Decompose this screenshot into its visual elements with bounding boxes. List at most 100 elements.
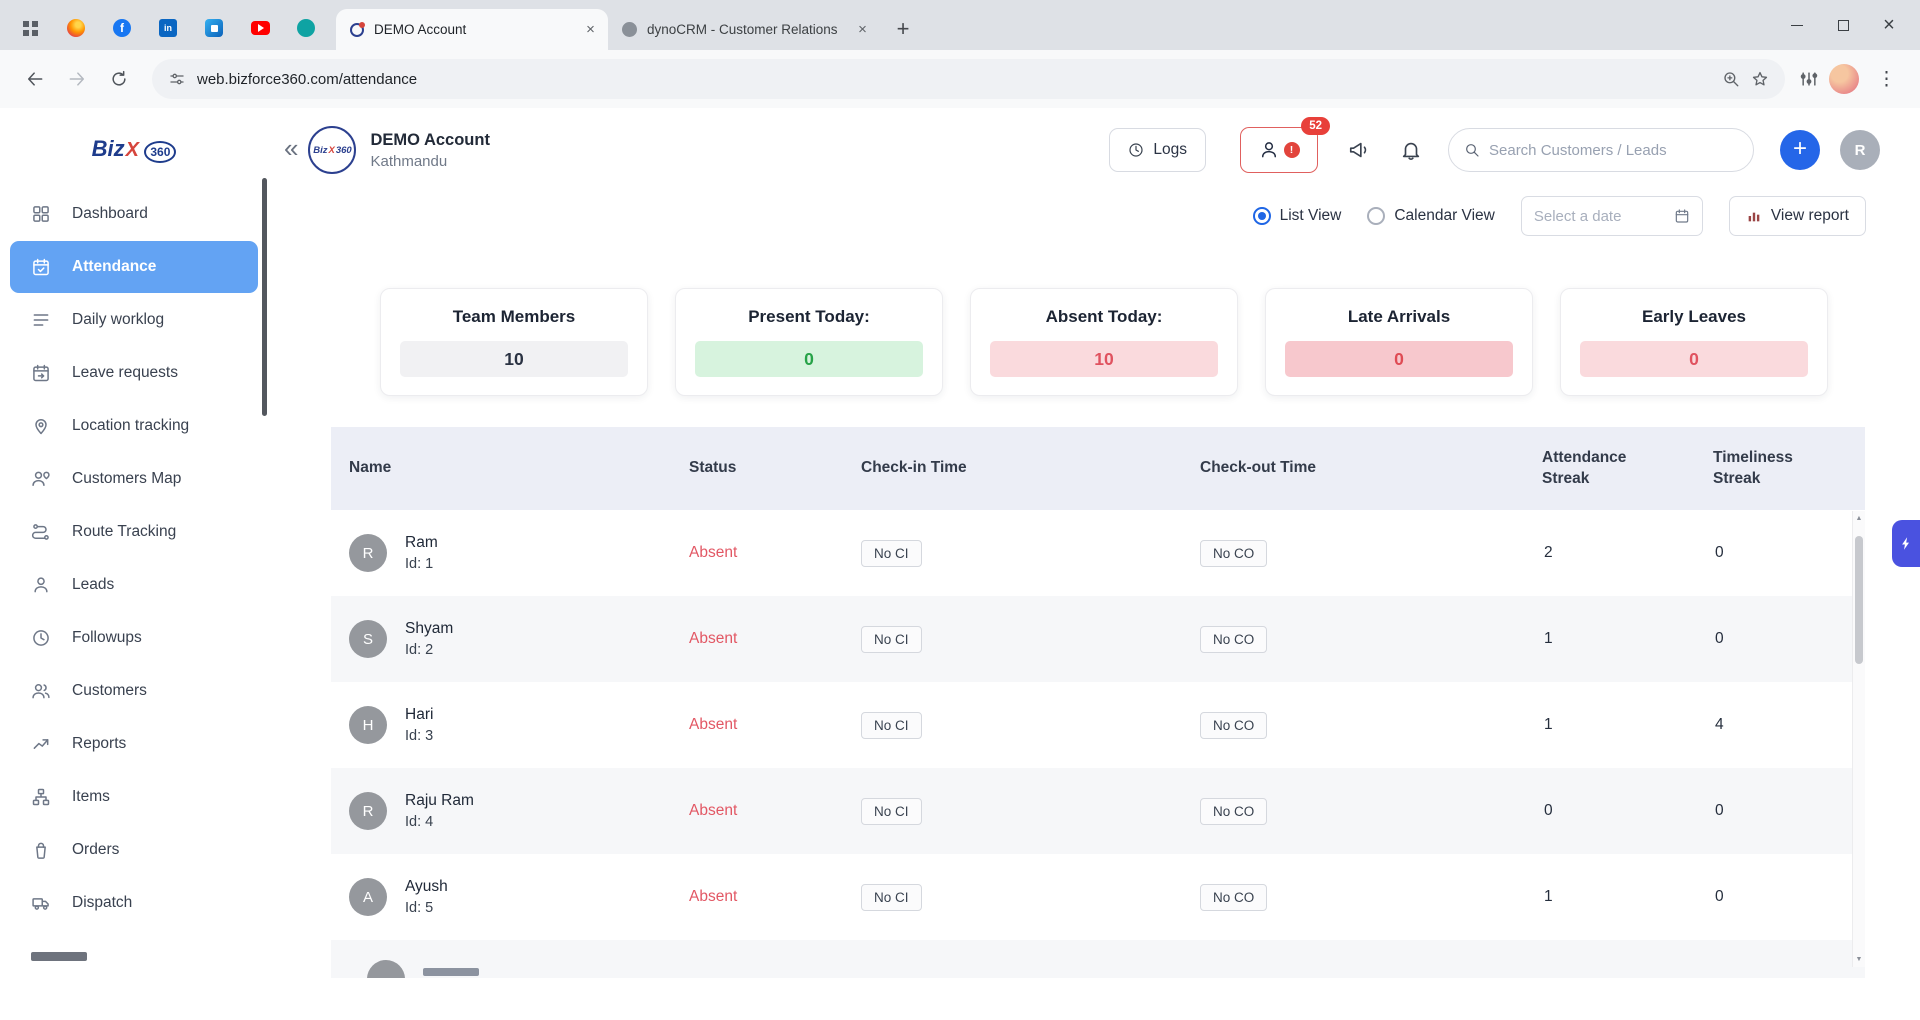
leads-icon: [31, 575, 51, 595]
logo-text-accent: X: [126, 139, 139, 161]
sidebar-item-label: Reports: [72, 735, 126, 753]
table-row[interactable]: S Shyam Id: 2 Absent No CI No CO 1 0: [331, 596, 1865, 682]
zoom-icon[interactable]: [1722, 70, 1740, 88]
checkout-chip: No CO: [1200, 626, 1267, 653]
pinned-tab[interactable]: [110, 16, 134, 40]
sidebar-item[interactable]: Orders: [10, 824, 258, 876]
close-window-button[interactable]: ×: [1866, 3, 1912, 47]
sidebar-item[interactable]: Reports: [10, 718, 258, 770]
bookmark-star-icon[interactable]: [1751, 70, 1769, 88]
sidebar-item-clipped[interactable]: [10, 930, 258, 982]
pinned-tab[interactable]: [248, 16, 272, 40]
view-report-button[interactable]: View report: [1729, 196, 1866, 236]
row-avatar: S: [349, 620, 387, 658]
sidebar-item[interactable]: Customers Map: [10, 453, 258, 505]
person-icon: [1259, 140, 1279, 160]
bell-icon[interactable]: [1400, 139, 1422, 161]
extension-flash-tab[interactable]: [1892, 520, 1920, 567]
address-bar[interactable]: web.bizforce360.com/attendance: [152, 59, 1785, 99]
clock-icon: [1128, 142, 1144, 158]
scroll-down-icon[interactable]: ▼: [1856, 956, 1863, 963]
sidebar-item[interactable]: Attendance: [10, 241, 258, 293]
app-root: BizX 360 Dashboard Attendance: [0, 108, 1920, 1020]
pinned-tab[interactable]: [64, 16, 88, 40]
sidebar-item[interactable]: Route Tracking: [10, 506, 258, 558]
table-row[interactable]: R Raju Ram Id: 4 Absent No CI No CO 0 0: [331, 768, 1865, 854]
worklog-icon: [31, 310, 51, 330]
attendance-icon: [31, 257, 51, 277]
pinned-tab[interactable]: [18, 16, 42, 40]
site-info-icon[interactable]: [168, 70, 186, 88]
sidebar-item[interactable]: Items: [10, 771, 258, 823]
brand-logo-badge: BizX360: [308, 126, 356, 174]
search-input[interactable]: [1489, 142, 1738, 159]
back-button[interactable]: [16, 60, 54, 98]
logs-button[interactable]: Logs: [1109, 128, 1206, 172]
dispatch-icon: [31, 893, 51, 913]
list-view-radio[interactable]: List View: [1253, 207, 1342, 225]
user-avatar[interactable]: R: [1840, 130, 1880, 170]
table-row[interactable]: H Hari Id: 3 Absent No CI No CO 1 4: [331, 682, 1865, 768]
tab-strip: DEMO Account × dynoCRM - Customer Relati…: [0, 0, 1920, 50]
sidebar-item-label: Dashboard: [72, 205, 148, 223]
attendance-alert-button[interactable]: 52: [1240, 127, 1318, 173]
sidebar-item-label: Leave requests: [72, 364, 178, 382]
browser-tab[interactable]: dynoCRM - Customer Relations ×: [608, 9, 880, 50]
sidebar-item-label: Leads: [72, 576, 114, 594]
minimize-button[interactable]: [1774, 3, 1820, 47]
url-text: web.bizforce360.com/attendance: [197, 71, 417, 88]
sidebar-item[interactable]: Leads: [10, 559, 258, 611]
member-name: Hari: [405, 706, 433, 724]
account-location: Kathmandu: [370, 153, 489, 170]
sidebar-item-label: Orders: [72, 841, 119, 859]
table-row[interactable]: A Ayush Id: 5 Absent No CI No CO 1 0: [331, 854, 1865, 940]
calendar-view-radio[interactable]: Calendar View: [1367, 207, 1495, 225]
clipped-label-placeholder: [31, 952, 87, 961]
pinned-tab[interactable]: [156, 16, 180, 40]
search-box[interactable]: [1448, 128, 1754, 172]
customers-icon: [31, 681, 51, 701]
pinned-tabs: [18, 16, 318, 40]
table-header: NameStatusCheck-in TimeCheck-out TimeAtt…: [331, 427, 1865, 510]
close-tab-icon[interactable]: ×: [853, 20, 872, 39]
sidebar-collapse-button[interactable]: «: [274, 133, 308, 168]
pinned-tab[interactable]: [202, 16, 226, 40]
member-name: Ram: [405, 534, 438, 552]
new-tab-button[interactable]: +: [888, 14, 918, 44]
row-avatar: [367, 960, 405, 978]
browser-menu-icon[interactable]: ⋮: [1869, 68, 1904, 91]
sidebar-item[interactable]: Customers: [10, 665, 258, 717]
forward-button[interactable]: [58, 60, 96, 98]
sidebar-item[interactable]: Dashboard: [10, 188, 258, 240]
sidebar-item[interactable]: Followups: [10, 612, 258, 664]
megaphone-icon[interactable]: [1348, 139, 1370, 161]
sidebar-item[interactable]: Dispatch: [10, 877, 258, 929]
add-button[interactable]: +: [1780, 130, 1820, 170]
sidebar-scrollbar-thumb[interactable]: [262, 178, 267, 416]
sidebar-item[interactable]: Daily worklog: [10, 294, 258, 346]
checkin-chip: No CI: [861, 540, 922, 567]
checkin-chip: No CI: [861, 712, 922, 739]
sidebar-item[interactable]: Leave requests: [10, 347, 258, 399]
browser-tab[interactable]: DEMO Account ×: [336, 9, 608, 50]
sidebar-nav: Dashboard Attendance Daily worklog: [0, 188, 268, 929]
scroll-up-icon[interactable]: ▲: [1856, 515, 1863, 522]
sidebar-item[interactable]: Location tracking: [10, 400, 258, 452]
table-row[interactable]: R Ram Id: 1 Absent No CI No CO 2 0: [331, 510, 1865, 596]
date-picker[interactable]: Select a date: [1521, 196, 1703, 236]
close-icon: ×: [1883, 15, 1895, 35]
browser-profile-avatar[interactable]: [1829, 64, 1859, 94]
sidebar-item-label: Daily worklog: [72, 311, 164, 329]
stat-card: Early Leaves 0: [1560, 288, 1828, 396]
table-scrollbar[interactable]: ▲ ▼: [1852, 511, 1865, 967]
close-tab-icon[interactable]: ×: [581, 20, 600, 39]
row-avatar: A: [349, 878, 387, 916]
logo-text-primary: Biz: [92, 136, 125, 161]
maximize-button[interactable]: [1820, 3, 1866, 47]
media-controls-icon[interactable]: [1799, 69, 1819, 89]
reload-button[interactable]: [100, 60, 138, 98]
report-icon: [1746, 208, 1762, 224]
scrollbar-thumb[interactable]: [1855, 536, 1863, 664]
column-header: Status: [689, 458, 861, 478]
pinned-tab[interactable]: [294, 16, 318, 40]
